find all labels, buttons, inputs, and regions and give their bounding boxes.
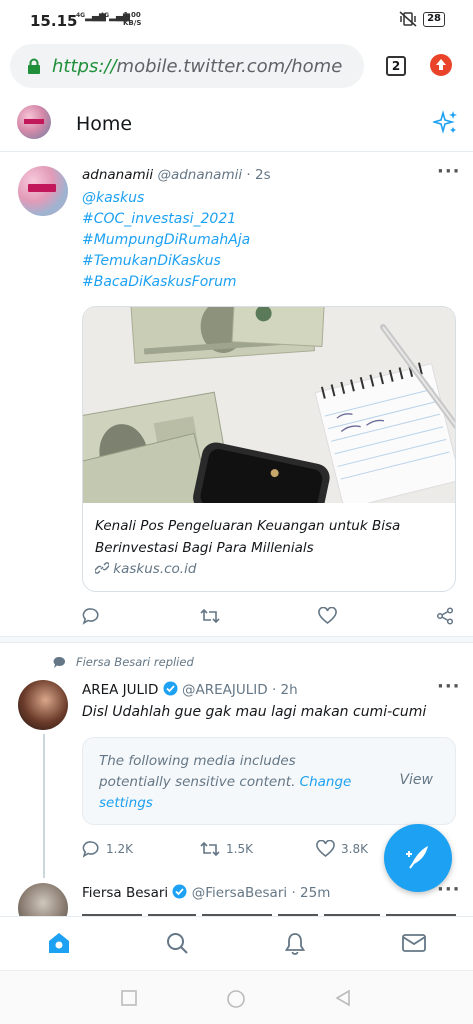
profile-avatar[interactable] (17, 105, 51, 139)
speech-bubble-icon (53, 656, 66, 668)
card-image (83, 307, 455, 503)
battery-indicator: 28 (423, 11, 445, 27)
reply-button[interactable] (82, 607, 100, 625)
browser-update-button[interactable] (430, 54, 452, 76)
money-photo (83, 307, 455, 503)
verified-badge-icon (163, 681, 178, 696)
tweet-hashtag[interactable]: #BacaDiKaskusForum (82, 274, 237, 290)
tweet-author-name[interactable]: adnanamii (82, 167, 153, 183)
status-bar: 15.15 4G▂▄▆ 4G▂▄▆ 1,00 KB/S 28 (0, 0, 473, 40)
messages-icon[interactable] (401, 931, 427, 955)
tweet-divider (0, 636, 473, 643)
status-icons: 28 (399, 11, 445, 27)
like-button[interactable] (318, 607, 337, 625)
bottom-navigation (0, 916, 473, 970)
verified-badge-icon (172, 884, 187, 899)
tweet-time: · 25m (291, 885, 331, 901)
tweet-text-cut-off (82, 906, 462, 916)
tweet-author-name[interactable]: Fiersa Besari (82, 885, 168, 901)
reply-icon (82, 608, 99, 625)
url-text[interactable]: https://mobile.twitter.com/home (52, 56, 342, 77)
tweet-hashtag[interactable]: #COC_investasi_2021 (82, 211, 236, 227)
like-icon (316, 840, 335, 858)
tweet-hashtag[interactable]: #MumpungDiRumahAja (82, 232, 250, 248)
network-type: 4G (76, 12, 86, 19)
tweet-avatar[interactable] (18, 166, 68, 216)
tweet-time: · 2s (246, 167, 271, 183)
lock-icon (28, 58, 40, 74)
card-title: Kenali Pos Pengeluaran Keuangan untuk Bi… (95, 518, 401, 556)
reply-count: 1.2K (106, 842, 133, 856)
card-domain: kaskus.co.id (94, 561, 197, 577)
more-options-icon[interactable]: ··· (437, 161, 461, 182)
link-card[interactable]: Kenali Pos Pengeluaran Keuangan untuk Bi… (82, 306, 456, 592)
tweet-author-handle[interactable]: @AREAJULID (182, 682, 268, 698)
tweet-header: AREA JULID @AREAJULID · 2h (82, 681, 298, 698)
speed-unit: KB/S (123, 19, 142, 27)
more-options-icon[interactable]: ··· (437, 879, 461, 900)
retweet-button[interactable] (200, 607, 220, 625)
notifications-icon[interactable] (283, 931, 307, 955)
sparkle-icon[interactable] (433, 110, 459, 136)
home-icon[interactable] (47, 931, 71, 955)
system-navigation-bar (0, 970, 473, 1024)
url-host: mobile.twitter.com (116, 56, 286, 77)
url-path: /home (285, 56, 343, 77)
avatar-label-shape (24, 119, 44, 124)
reply-context: Fiersa Besari replied (53, 655, 194, 669)
retweet-icon (200, 608, 220, 624)
like-count: 3.8K (341, 842, 368, 856)
sensitive-warning-text: The following media includes potentially… (99, 751, 359, 814)
cut-off-text-shape (82, 914, 456, 916)
share-button[interactable] (436, 607, 454, 625)
retweet-icon (200, 841, 220, 857)
url-scheme: https:// (52, 56, 117, 77)
thread-line (43, 734, 45, 878)
tweet-author-handle[interactable]: @FiersaBesari (192, 885, 287, 901)
tweet-time: · 2h (271, 682, 298, 698)
sensitive-warning-message: The following media includes potentially… (99, 753, 296, 790)
like-button[interactable]: 3.8K (316, 840, 368, 858)
tweet-header: adnanamii @adnanamii · 2s (82, 167, 271, 183)
avatar-label-shape (28, 184, 56, 192)
vibrate-icon (399, 11, 417, 27)
back-icon[interactable] (334, 989, 352, 1007)
tweet-avatar[interactable] (18, 680, 68, 730)
retweet-count: 1.5K (226, 842, 253, 856)
search-icon[interactable] (165, 931, 189, 955)
home-button-icon[interactable] (226, 989, 246, 1009)
recent-apps-icon[interactable] (120, 989, 138, 1007)
arrow-up-icon (436, 59, 446, 70)
tweet-mention[interactable]: @kaskus (82, 190, 144, 206)
reply-button[interactable]: 1.2K (82, 840, 133, 858)
tweet-hashtag[interactable]: #TemukanDiKaskus (82, 253, 221, 269)
url-bar[interactable]: https://mobile.twitter.com/home (10, 44, 364, 88)
tweet-author-name[interactable]: AREA JULID (82, 682, 158, 698)
page-title: Home (76, 113, 133, 135)
more-options-icon[interactable]: ··· (437, 676, 461, 697)
tab-switcher-button[interactable]: 2 (386, 56, 406, 76)
page-header: Home (0, 96, 473, 152)
speed-value: 1,00 (123, 11, 141, 19)
tweet-header: Fiersa Besari @FiersaBesari · 25m (82, 884, 330, 901)
retweet-button[interactable]: 1.5K (200, 840, 253, 858)
card-domain-text: kaskus.co.id (113, 561, 197, 577)
tweet-author-handle[interactable]: @adnanamii (157, 167, 242, 183)
sensitive-media-warning: The following media includes potentially… (82, 737, 456, 825)
status-time: 15.15 (30, 12, 78, 30)
like-icon (318, 607, 337, 625)
view-media-button[interactable]: View (399, 772, 433, 788)
share-icon (436, 607, 454, 625)
network-speed: 1,00 KB/S (123, 11, 141, 27)
network-type-2: 4G (100, 12, 110, 19)
reply-context-text[interactable]: Fiersa Besari replied (76, 655, 194, 669)
link-icon (94, 562, 110, 574)
tweet-text: Disl Udahlah gue gak mau lagi makan cumi… (82, 704, 427, 720)
reply-icon (82, 841, 99, 858)
